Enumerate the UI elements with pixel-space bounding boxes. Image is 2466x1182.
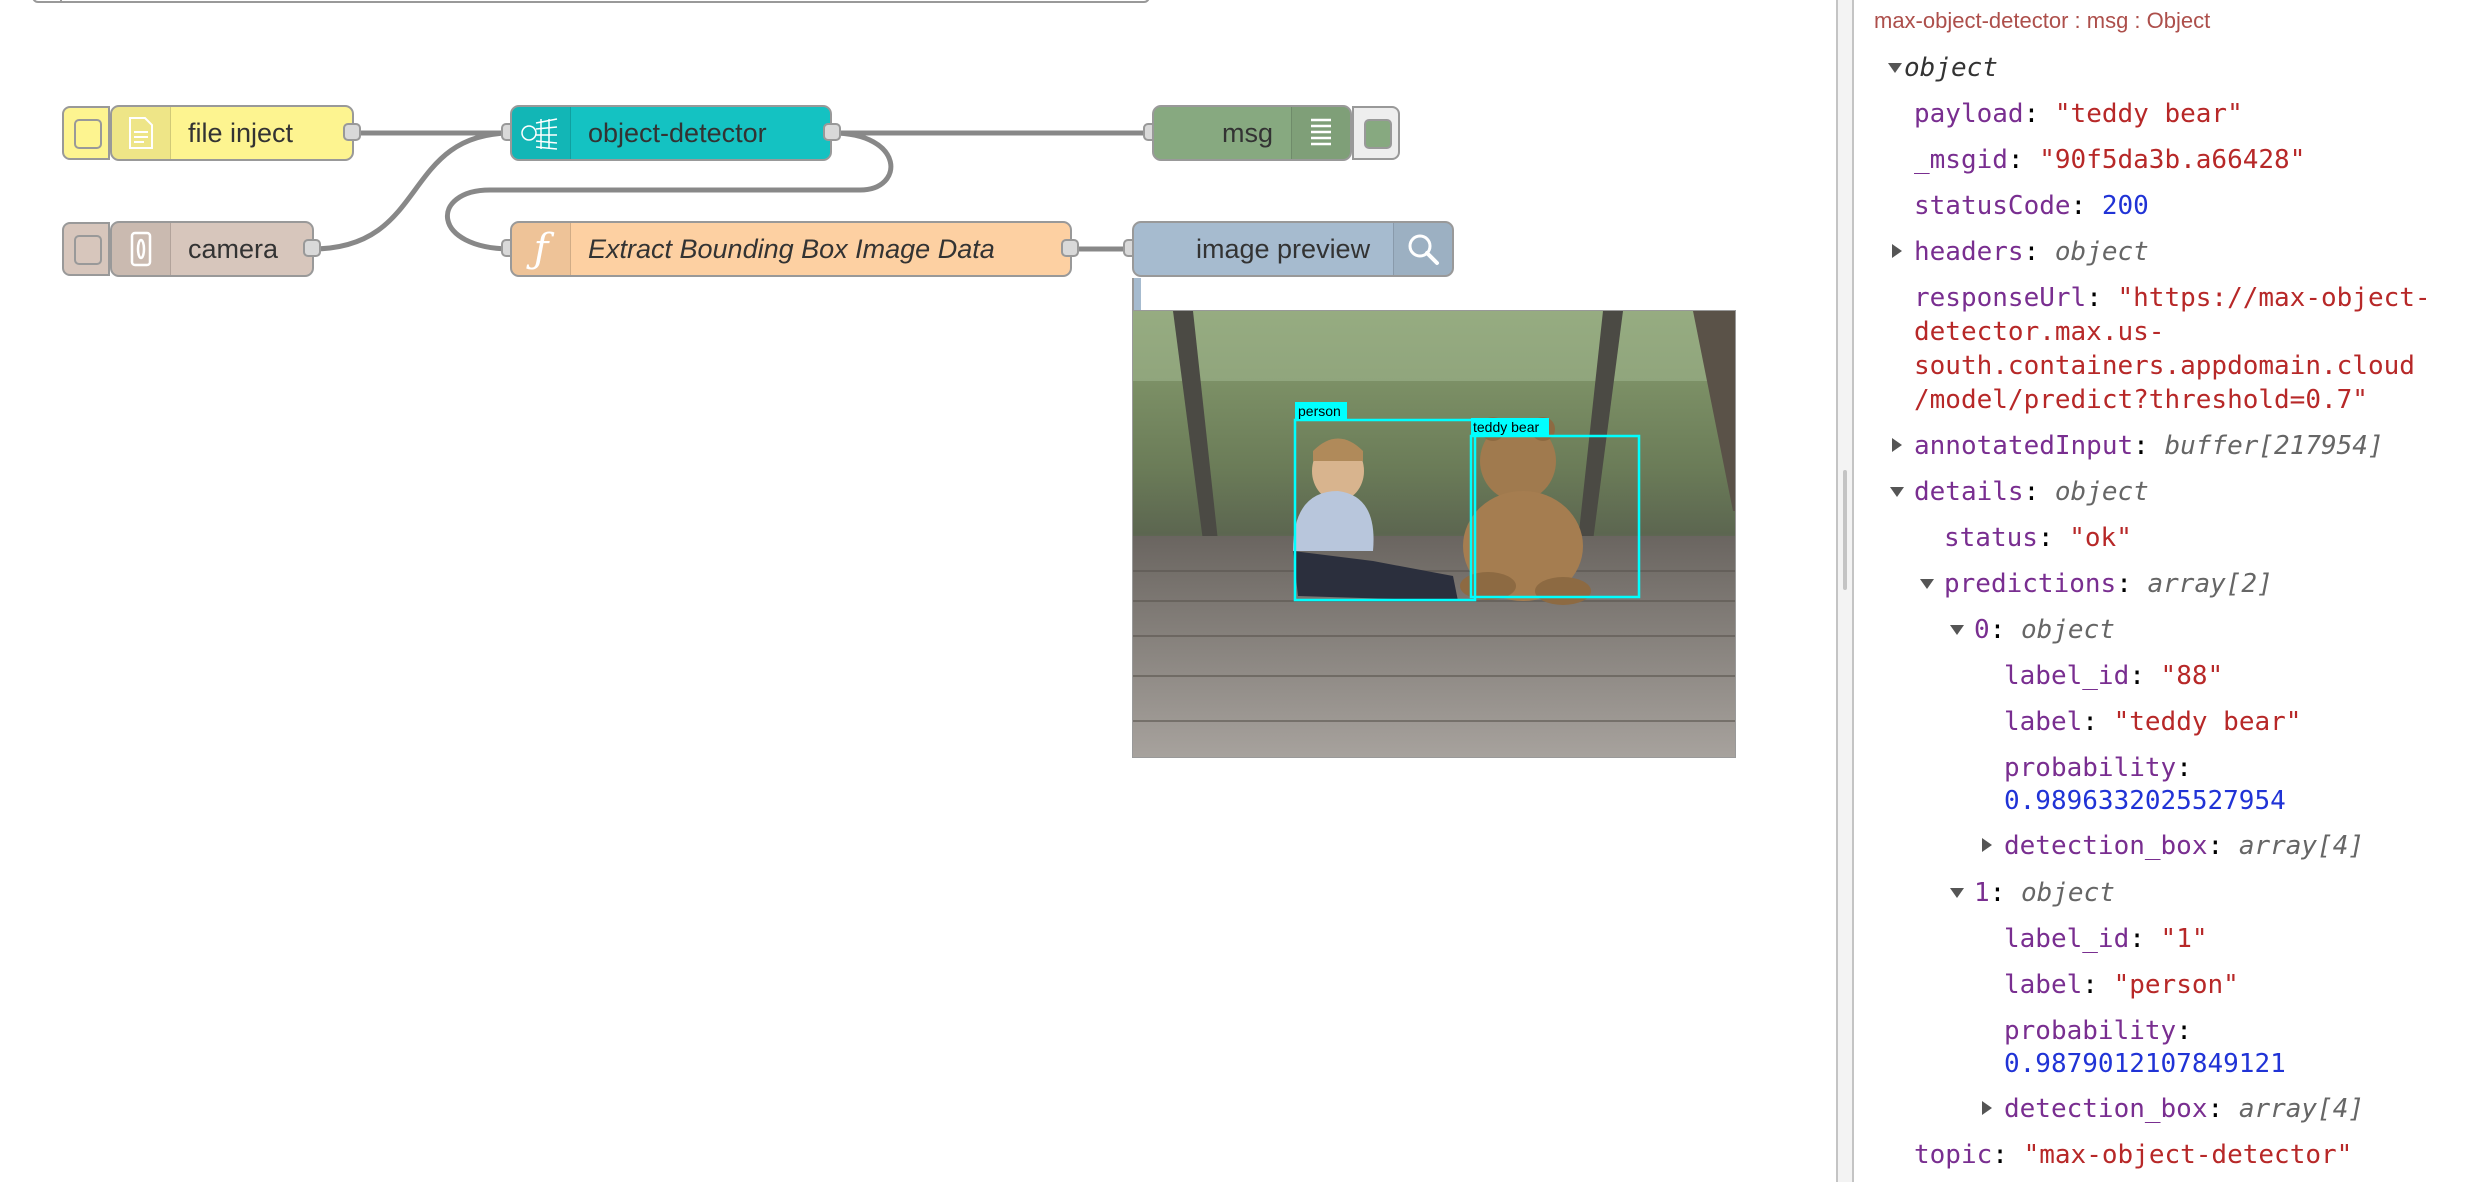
collapse-details-icon[interactable]	[1890, 487, 1904, 497]
camera-node[interactable]: camera	[110, 221, 314, 277]
object-detector-label: object-detector	[588, 118, 767, 148]
row-status[interactable]: status: "ok"	[1944, 522, 2132, 554]
row-prediction-0[interactable]: 0: object	[1974, 614, 2115, 646]
neural-network-icon	[512, 107, 571, 159]
camera-label: camera	[188, 234, 279, 264]
row-p1-probability-value: 0.9879012107849121	[2004, 1049, 2286, 1079]
image-preview-label: image preview	[1196, 234, 1371, 264]
row-p1-label-id[interactable]: label_id: "1"	[2004, 923, 2208, 955]
camera-button[interactable]	[62, 222, 110, 276]
object-detector-node[interactable]: object-detector	[510, 105, 832, 161]
camera-output-port[interactable]	[303, 239, 321, 257]
preview-photo: person teddy bear	[1133, 311, 1735, 757]
preview-connector	[1132, 278, 1141, 312]
row-responseurl-line-4: /model/predict?threshold=0.7"	[1914, 385, 2368, 415]
expand-p0-detection-box-icon[interactable]	[1982, 838, 1992, 852]
row-p1-detection-box[interactable]: detection_box: array[4]	[2004, 1093, 2364, 1125]
inject-button-square	[74, 119, 102, 149]
list-icon	[1291, 107, 1350, 159]
debug-message-header[interactable]: max-object-detector : msg : Object	[1874, 8, 2210, 34]
msg-label: msg	[1222, 118, 1274, 148]
row-responseurl-line-2: detector.max.us-	[1914, 317, 2165, 347]
row-p0-probability-value: 0.9896332025527954	[2004, 786, 2286, 816]
row-p1-probability[interactable]: probability:	[2004, 1015, 2192, 1047]
splitter-grip[interactable]	[1843, 470, 1847, 590]
expand-p1-detection-box-icon[interactable]	[1982, 1101, 1992, 1115]
msg-debug-node[interactable]: msg	[1152, 105, 1352, 161]
object-detector-output-port[interactable]	[823, 123, 841, 141]
root-type[interactable]: object	[1904, 52, 1998, 84]
file-inject-label: file inject	[188, 118, 294, 148]
row-annotatedinput[interactable]: annotatedInput: buffer[217954]	[1914, 430, 2384, 462]
row-p1-label[interactable]: label: "person"	[2004, 969, 2239, 1001]
function-icon: ƒ	[512, 223, 571, 275]
camera-button-square	[74, 235, 102, 265]
row-prediction-1[interactable]: 1: object	[1974, 877, 2115, 909]
row-payload[interactable]: payload: "teddy bear"	[1914, 98, 2243, 130]
row-msgid[interactable]: _msgid: "90f5da3b.a66428"	[1914, 144, 2305, 176]
row-p0-label-id[interactable]: label_id: "88"	[2004, 660, 2223, 692]
row-details[interactable]: details: object	[1914, 476, 2149, 508]
collapse-prediction-1-icon[interactable]	[1950, 888, 1964, 898]
sidebar-splitter[interactable]	[1836, 0, 1854, 1182]
file-inject-output-port[interactable]	[343, 123, 361, 141]
row-headers[interactable]: headers: object	[1914, 236, 2149, 268]
extract-output-port[interactable]	[1061, 239, 1079, 257]
row-p0-detection-box[interactable]: detection_box: array[4]	[2004, 830, 2364, 862]
debug-toggle-button[interactable]	[1352, 106, 1400, 160]
expand-headers-icon[interactable]	[1892, 244, 1902, 258]
expand-root-icon[interactable]	[1888, 63, 1902, 73]
file-inject-node[interactable]: file inject	[110, 105, 354, 161]
row-topic[interactable]: topic: "max-object-detector"	[1914, 1139, 2352, 1171]
row-p0-label[interactable]: label: "teddy bear"	[2004, 706, 2301, 738]
file-icon	[112, 107, 171, 159]
person-box-label: person	[1298, 403, 1341, 419]
extract-label: Extract Bounding Box Image Data	[588, 234, 995, 264]
collapse-predictions-icon[interactable]	[1920, 579, 1934, 589]
extract-function-node[interactable]: ƒ Extract Bounding Box Image Data	[510, 221, 1072, 277]
search-icon	[1393, 223, 1452, 275]
row-statuscode[interactable]: statusCode: 200	[1914, 190, 2149, 222]
flow-canvas[interactable]: file inject camera object-detector msg ƒ…	[0, 0, 1836, 1182]
collapse-prediction-0-icon[interactable]	[1950, 625, 1964, 635]
row-responseurl-line-3: south.containers.appdomain.cloud	[1914, 351, 2415, 381]
debug-sidebar: max-object-detector : msg : Object objec…	[1854, 0, 2466, 1182]
debug-toggle-square	[1364, 119, 1392, 149]
image-preview-thumbnail: person teddy bear	[1132, 310, 1736, 758]
row-p0-probability[interactable]: probability:	[2004, 752, 2192, 784]
teddy-bear-box-label: teddy bear	[1473, 419, 1539, 435]
row-responseurl[interactable]: responseUrl: "https://max-object-	[1914, 282, 2431, 314]
inject-button[interactable]	[62, 106, 110, 160]
image-preview-node[interactable]: image preview	[1132, 221, 1454, 277]
camera-icon	[112, 223, 171, 275]
expand-annotatedinput-icon[interactable]	[1892, 438, 1902, 452]
row-predictions[interactable]: predictions: array[2]	[1944, 568, 2273, 600]
